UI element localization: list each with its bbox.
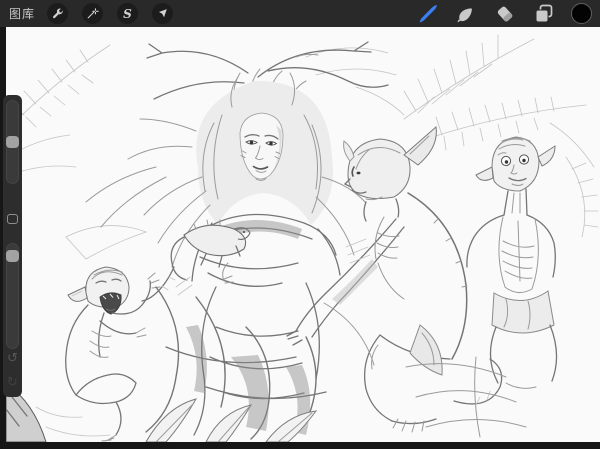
woman-hair (128, 73, 366, 267)
toolbar-left-group: 图库 S (0, 3, 173, 24)
procreate-window: 图库 S (0, 0, 600, 449)
goblin-bottom-left (36, 267, 160, 441)
brush-icon (415, 2, 439, 26)
redo-button[interactable]: ↻ (3, 375, 22, 389)
toolbar-right-group (415, 2, 600, 26)
paint-tool-button[interactable] (415, 2, 439, 26)
drapery (146, 283, 526, 439)
color-swatch[interactable] (571, 3, 592, 24)
creature-far-right (467, 137, 557, 388)
layers-icon (532, 2, 556, 26)
drawing-canvas[interactable] (6, 27, 600, 442)
brush-size-slider-handle[interactable] (6, 136, 19, 148)
transform-button[interactable] (152, 3, 173, 24)
wrench-icon (51, 7, 64, 20)
adjustments-button[interactable] (82, 3, 103, 24)
transform-arrow-icon (156, 7, 169, 20)
eraser-icon (493, 2, 517, 26)
modify-button[interactable] (7, 214, 18, 224)
undo-button[interactable]: ↺ (3, 351, 22, 365)
smudge-tool-button[interactable] (454, 2, 478, 26)
actions-button[interactable] (47, 3, 68, 24)
selection-button[interactable]: S (117, 3, 138, 24)
sidebar: ↺ ↻ (3, 95, 22, 397)
woman-torso-and-lizard (142, 214, 340, 301)
erase-tool-button[interactable] (493, 2, 517, 26)
selection-s-icon: S (123, 8, 132, 20)
top-toolbar: 图库 S (0, 0, 600, 27)
smudge-icon (454, 2, 478, 26)
layers-button[interactable] (532, 2, 556, 26)
magic-wand-icon (86, 7, 99, 20)
opacity-slider-handle[interactable] (6, 250, 19, 262)
gallery-button[interactable]: 图库 (9, 5, 35, 22)
artwork-sketch (6, 27, 600, 442)
